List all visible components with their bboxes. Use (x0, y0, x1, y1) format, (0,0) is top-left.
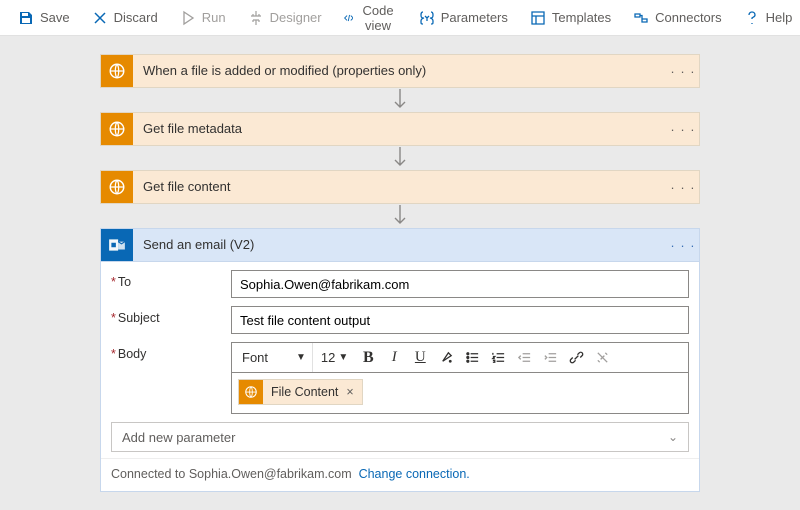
discard-icon (92, 10, 108, 26)
metadata-step[interactable]: Get file metadata · · · (100, 112, 700, 146)
run-label: Run (202, 10, 226, 25)
metadata-title: Get file metadata (133, 113, 667, 145)
arrow-connector (392, 146, 408, 170)
arrow-connector (392, 204, 408, 228)
step-menu-button[interactable]: · · · (667, 171, 699, 203)
sharepoint-icon (101, 55, 133, 87)
unlink-button[interactable] (590, 346, 614, 370)
change-connection-link[interactable]: Change connection. (359, 467, 470, 481)
body-field-row: *Body Font▼ 12▼ B I U (111, 342, 689, 414)
chevron-down-icon: ⌄ (668, 430, 678, 444)
trigger-title: When a file is added or modified (proper… (133, 55, 667, 87)
bold-button[interactable]: B (356, 346, 380, 370)
help-icon (744, 10, 760, 26)
save-icon (18, 10, 34, 26)
connected-to-label: Connected to (111, 467, 189, 481)
to-input[interactable] (231, 270, 689, 298)
add-parameter-label: Add new parameter (122, 430, 235, 445)
content-title: Get file content (133, 171, 667, 203)
discard-button[interactable]: Discard (82, 6, 168, 30)
connection-footer: Connected to Sophia.Owen@fabrikam.com Ch… (101, 458, 699, 491)
rte-toolbar: Font▼ 12▼ B I U (231, 342, 689, 372)
italic-button[interactable]: I (382, 346, 406, 370)
subject-input[interactable] (231, 306, 689, 334)
designer-button[interactable]: Designer (238, 6, 332, 30)
body-input[interactable]: File Content × (231, 372, 689, 414)
email-title: Send an email (V2) (133, 229, 667, 261)
email-step-header[interactable]: Send an email (V2) · · · (101, 229, 699, 262)
step-menu-button[interactable]: · · · (667, 229, 699, 261)
connectors-button[interactable]: Connectors (623, 6, 731, 30)
body-label: *Body (111, 342, 231, 361)
toolbar: Save Discard Run Designer Code view Para… (0, 0, 800, 36)
underline-button[interactable]: U (408, 346, 432, 370)
play-icon (180, 10, 196, 26)
arrow-connector (392, 88, 408, 112)
templates-label: Templates (552, 10, 611, 25)
font-size-picker[interactable]: 12▼ (315, 343, 354, 372)
help-button[interactable]: Help (734, 6, 800, 30)
designer-icon (248, 10, 264, 26)
step-menu-button[interactable]: · · · (667, 113, 699, 145)
font-picker[interactable]: Font▼ (236, 343, 313, 372)
indent-button[interactable] (538, 346, 562, 370)
save-button[interactable]: Save (8, 6, 80, 30)
step-menu-button[interactable]: · · · (667, 55, 699, 87)
connectors-label: Connectors (655, 10, 721, 25)
content-step[interactable]: Get file content · · · (100, 170, 700, 204)
connected-account: Sophia.Owen@fabrikam.com (189, 467, 352, 481)
bullet-list-button[interactable] (460, 346, 484, 370)
run-button[interactable]: Run (170, 6, 236, 30)
templates-button[interactable]: Templates (520, 6, 621, 30)
connectors-icon (633, 10, 649, 26)
parameters-button[interactable]: Parameters (409, 6, 518, 30)
sharepoint-icon (239, 380, 263, 404)
token-remove-icon[interactable]: × (344, 385, 361, 399)
subject-label: *Subject (111, 306, 231, 325)
sharepoint-icon (101, 171, 133, 203)
code-view-label: Code view (359, 3, 396, 33)
outlook-icon (101, 229, 133, 261)
designer-canvas: When a file is added or modified (proper… (0, 36, 800, 502)
add-parameter-dropdown[interactable]: Add new parameter ⌄ (111, 422, 689, 452)
number-list-button[interactable] (486, 346, 510, 370)
rich-text-editor: Font▼ 12▼ B I U (231, 342, 689, 414)
link-button[interactable] (564, 346, 588, 370)
save-label: Save (40, 10, 70, 25)
to-field-row: *To (111, 270, 689, 298)
file-content-token[interactable]: File Content × (238, 379, 363, 405)
subject-field-row: *Subject (111, 306, 689, 334)
to-label: *To (111, 270, 231, 289)
parameters-icon (419, 10, 435, 26)
outdent-button[interactable] (512, 346, 536, 370)
email-body-section: *To *Subject *Body Font▼ 12▼ B I U (101, 262, 699, 458)
code-view-button[interactable]: Code view (334, 0, 407, 37)
token-label: File Content (263, 385, 344, 399)
help-label: Help (766, 10, 793, 25)
designer-label: Designer (270, 10, 322, 25)
parameters-label: Parameters (441, 10, 508, 25)
code-icon (344, 10, 354, 26)
trigger-step[interactable]: When a file is added or modified (proper… (100, 54, 700, 88)
sharepoint-icon (101, 113, 133, 145)
templates-icon (530, 10, 546, 26)
color-button[interactable] (434, 346, 458, 370)
email-step: Send an email (V2) · · · *To *Subject *B… (100, 228, 700, 492)
discard-label: Discard (114, 10, 158, 25)
